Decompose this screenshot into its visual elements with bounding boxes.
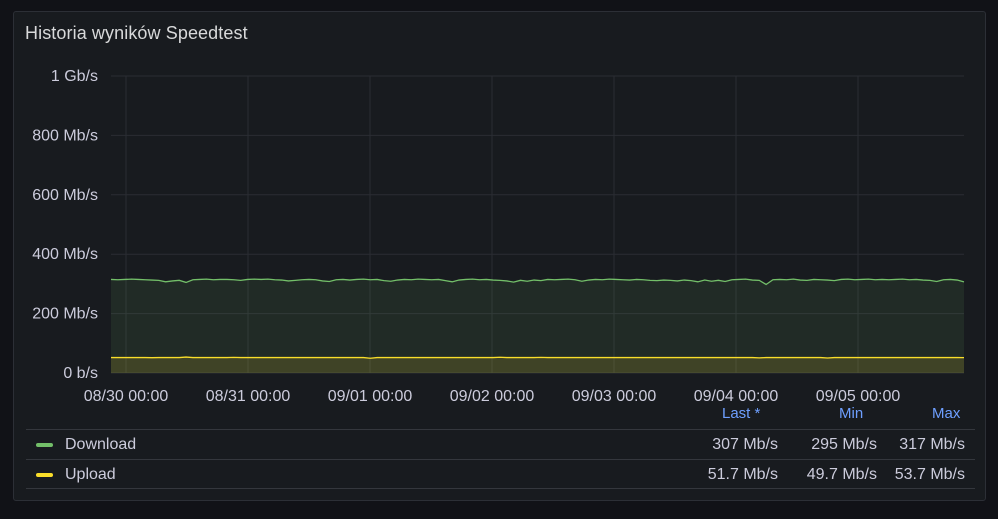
x-tick-label: 09/04 00:00 — [694, 388, 779, 402]
upload-last: 51.7 Mb/s — [707, 466, 778, 483]
upload-area — [111, 357, 964, 373]
legend-row-download[interactable]: Download 307 Mb/s 295 Mb/s 317 Mb/s — [26, 429, 975, 459]
y-axis: 0 b/s 200 Mb/s 400 Mb/s 600 Mb/s 800 Mb/s 1 G… — [32, 68, 98, 382]
x-axis: 08/30 00:00 08/31 00:00 09/01 00:00 09/02 0… — [84, 388, 901, 402]
chart-series — [110, 278, 965, 373]
x-tick-label: 09/01 00:00 — [328, 388, 413, 402]
legend-row-upload[interactable]: Upload 51.7 Mb/s 49.7 Mb/s 53.7 Mb/s — [26, 459, 975, 489]
x-tick-label: 08/30 00:00 — [84, 388, 169, 402]
upload-color-swatch — [36, 473, 53, 477]
legend-header-max[interactable]: Max — [932, 405, 960, 422]
y-tick-label: 400 Mb/s — [32, 246, 98, 263]
y-tick-label: 0 b/s — [63, 365, 98, 382]
speedtest-panel: Historia wyników Speedtest 0 b/s 200 Mb/s… — [13, 11, 986, 501]
x-tick-label: 09/03 00:00 — [572, 388, 657, 402]
y-tick-label: 800 Mb/s — [32, 127, 98, 144]
download-color-swatch — [36, 443, 53, 447]
legend-header-min[interactable]: Min — [839, 405, 863, 422]
y-tick-label: 200 Mb/s — [32, 306, 98, 323]
upload-min: 49.7 Mb/s — [806, 466, 877, 483]
x-tick-label: 09/05 00:00 — [816, 388, 901, 402]
download-max: 317 Mb/s — [899, 436, 965, 453]
download-last: 307 Mb/s — [712, 436, 778, 453]
legend-header-last[interactable]: Last * — [722, 405, 760, 422]
upload-max: 53.7 Mb/s — [894, 466, 965, 483]
legend-label-download[interactable]: Download — [65, 436, 136, 454]
x-tick-label: 09/02 00:00 — [450, 388, 535, 402]
download-min: 295 Mb/s — [811, 436, 877, 453]
y-tick-label: 600 Mb/s — [32, 187, 98, 204]
x-tick-label: 08/31 00:00 — [206, 388, 291, 402]
legend-label-upload[interactable]: Upload — [65, 466, 116, 484]
upload-series-line[interactable] — [111, 356, 965, 359]
y-tick-label: 1 Gb/s — [51, 68, 98, 85]
timeseries-chart[interactable]: 0 b/s 200 Mb/s 400 Mb/s 600 Mb/s 800 Mb/s 1 G… — [14, 12, 985, 402]
